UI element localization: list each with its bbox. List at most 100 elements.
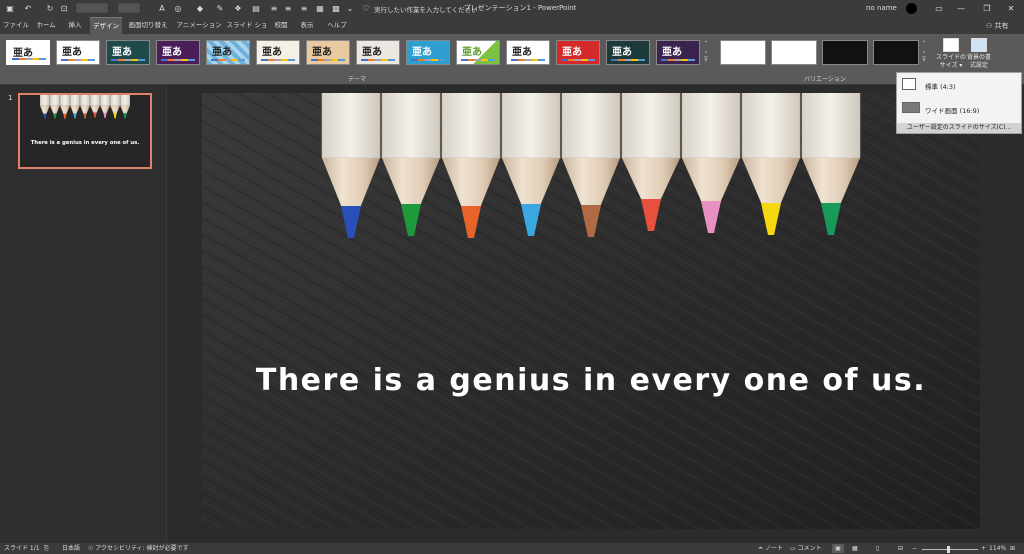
shape-icon[interactable]: ◎ — [172, 3, 184, 14]
theme-13[interactable]: 亜あ — [606, 40, 650, 65]
close-icon[interactable]: ✕ — [1000, 2, 1022, 15]
theme-glyph: 亜あ — [662, 47, 682, 58]
tab-animations[interactable]: アニメーション — [174, 17, 224, 34]
theme-7[interactable]: 亜あ — [306, 40, 350, 65]
theme-12[interactable]: 亜あ — [556, 40, 600, 65]
font-name-dropdown[interactable] — [76, 3, 108, 13]
spellcheck-icon[interactable]: ⎘ — [44, 544, 49, 553]
theme-10[interactable]: 亜あ — [456, 40, 500, 65]
start-from-beginning-icon[interactable]: ⊡ — [58, 3, 70, 14]
tab-file[interactable]: ファイル — [2, 17, 30, 34]
normal-view-icon[interactable]: ▣ — [832, 544, 844, 553]
notes-button[interactable]: ≐ ノート — [758, 544, 783, 553]
font-color-icon[interactable]: A — [156, 3, 168, 14]
notes-label: ノート — [764, 545, 783, 552]
user-name[interactable]: no name — [866, 4, 897, 12]
share-label: 共有 — [994, 22, 1009, 30]
thumbnail-text: There is a genius in every one of us. — [30, 140, 140, 146]
themes-group-label: テーマ — [348, 76, 367, 83]
theme-2[interactable]: 亜あ — [56, 40, 100, 65]
redo-icon[interactable]: ↻ — [44, 3, 56, 14]
zoom-out-icon[interactable]: − — [912, 544, 917, 553]
theme-6[interactable]: 亜あ — [256, 40, 300, 65]
menu-item-custom-size[interactable]: ユーザー設定のスライドのサイズ(C)... — [897, 123, 1021, 133]
language-status[interactable]: 日本語 — [62, 544, 80, 553]
comments-button[interactable]: ▭ コメント — [790, 544, 822, 553]
variant-1[interactable] — [720, 40, 766, 65]
slide-title-text[interactable]: There is a genius in every one of us. — [202, 363, 980, 398]
fit-to-window-icon[interactable]: ⊞ — [1010, 544, 1015, 553]
theme-glyph: 亜あ — [62, 47, 82, 58]
themes-scroll-arrows[interactable]: ⌃ ⌄ ⊽ — [702, 40, 710, 65]
theme-glyph: 亜あ — [162, 47, 182, 58]
variant-2[interactable] — [771, 40, 817, 65]
font-size-dropdown[interactable] — [118, 3, 140, 13]
reading-view-icon[interactable]: ▯ — [876, 544, 879, 553]
lightbulb-icon[interactable]: ♡ — [360, 3, 372, 14]
slideshow-view-icon[interactable]: ⊟ — [898, 544, 903, 553]
vertical-scrollbar[interactable] — [981, 85, 993, 543]
slide-canvas[interactable]: There is a genius in every one of us. — [202, 93, 980, 529]
theme-glyph: 亜あ — [512, 47, 532, 58]
tab-transitions[interactable]: 画面切り替え — [124, 17, 172, 34]
menu-item-standard[interactable]: 標準 (4:3) — [897, 74, 1021, 96]
theme-office[interactable]: 亜あ — [6, 40, 50, 65]
comment-icon: ▭ — [790, 545, 796, 552]
accessibility-status[interactable]: ☉ アクセシビリティ: 検討が必要です — [88, 544, 189, 553]
zoom-slider[interactable] — [922, 549, 978, 550]
tab-design[interactable]: デザイン — [90, 17, 122, 34]
menu-item-widescreen[interactable]: ワイド画面 (16:9) — [897, 98, 1021, 120]
restore-icon[interactable]: ❐ — [976, 2, 998, 15]
layout-icon[interactable]: ▤ — [250, 3, 262, 14]
variant-3[interactable] — [822, 40, 868, 65]
person-icon: ⚇ — [986, 22, 993, 30]
theme-glyph: 亜あ — [462, 47, 482, 58]
slide-sorter-icon[interactable]: ▦ — [852, 544, 858, 553]
tab-view[interactable]: 表示 — [296, 17, 318, 34]
accessibility-label: アクセシビリティ: 検討が必要です — [95, 545, 189, 552]
minimize-icon[interactable]: — — [950, 2, 972, 15]
theme-5[interactable]: 亜あ — [206, 40, 250, 65]
align-left-icon[interactable]: ≡ — [268, 3, 280, 14]
zoom-level[interactable]: 114% — [989, 544, 1006, 553]
variants-scroll-arrows[interactable]: ⌃ ⌄ ⊽ — [920, 40, 928, 65]
format-background-button[interactable]: 背景の書 式設定 — [964, 38, 994, 70]
ribbon-display-options-icon[interactable]: ▭ — [928, 2, 950, 15]
variant-4[interactable] — [873, 40, 919, 65]
avatar[interactable] — [906, 3, 917, 14]
theme-9[interactable]: 亜あ — [406, 40, 450, 65]
share-button[interactable]: ⚇ 共有 — [986, 21, 1009, 31]
thumbnail-image — [20, 95, 150, 167]
theme-8[interactable]: 亜あ — [356, 40, 400, 65]
variants-group-label: バリエーション — [804, 76, 846, 83]
tab-review[interactable]: 校閲 — [270, 17, 292, 34]
zoom-in-icon[interactable]: + — [981, 544, 986, 553]
theme-4[interactable]: 亜あ — [156, 40, 200, 65]
align-right-icon[interactable]: ≡ — [298, 3, 310, 14]
tab-home[interactable]: ホーム — [32, 17, 60, 34]
zoom-slider-thumb[interactable] — [947, 546, 950, 553]
slide-size-label: スライドの サイズ ▾ — [936, 54, 967, 69]
fill-color-icon[interactable]: ◆ — [194, 3, 206, 14]
picture-icon[interactable]: ▩ — [330, 3, 342, 14]
effects-icon[interactable]: ❖ — [232, 3, 244, 14]
align-center-icon[interactable]: ≡ — [282, 3, 294, 14]
menu-item-standard-label: 標準 (4:3) — [925, 83, 956, 91]
theme-glyph: 亜あ — [13, 48, 33, 59]
slide-thumbnail[interactable]: There is a genius in every one of us. — [18, 93, 152, 169]
tab-slideshow[interactable]: スライド ショー — [226, 17, 268, 46]
slide-count-status: スライド 1/1 — [4, 545, 40, 552]
theme-11[interactable]: 亜あ — [506, 40, 550, 65]
save-icon[interactable]: ▣ — [4, 3, 16, 14]
theme-14[interactable]: 亜あ — [656, 40, 700, 65]
tab-help[interactable]: ヘルプ — [324, 17, 350, 34]
slide-size-button[interactable]: スライドの サイズ ▾ — [936, 38, 966, 70]
theme-glyph: 亜あ — [412, 47, 432, 58]
undo-icon[interactable]: ↶ — [22, 3, 34, 14]
outline-icon[interactable]: ✎ — [214, 3, 226, 14]
table-icon[interactable]: ▦ — [314, 3, 326, 14]
theme-glyph: 亜あ — [312, 47, 332, 58]
theme-3[interactable]: 亜あ — [106, 40, 150, 65]
customize-toolbar-icon[interactable]: ⌄ — [344, 3, 356, 14]
tab-insert[interactable]: 挿入 — [62, 17, 88, 34]
